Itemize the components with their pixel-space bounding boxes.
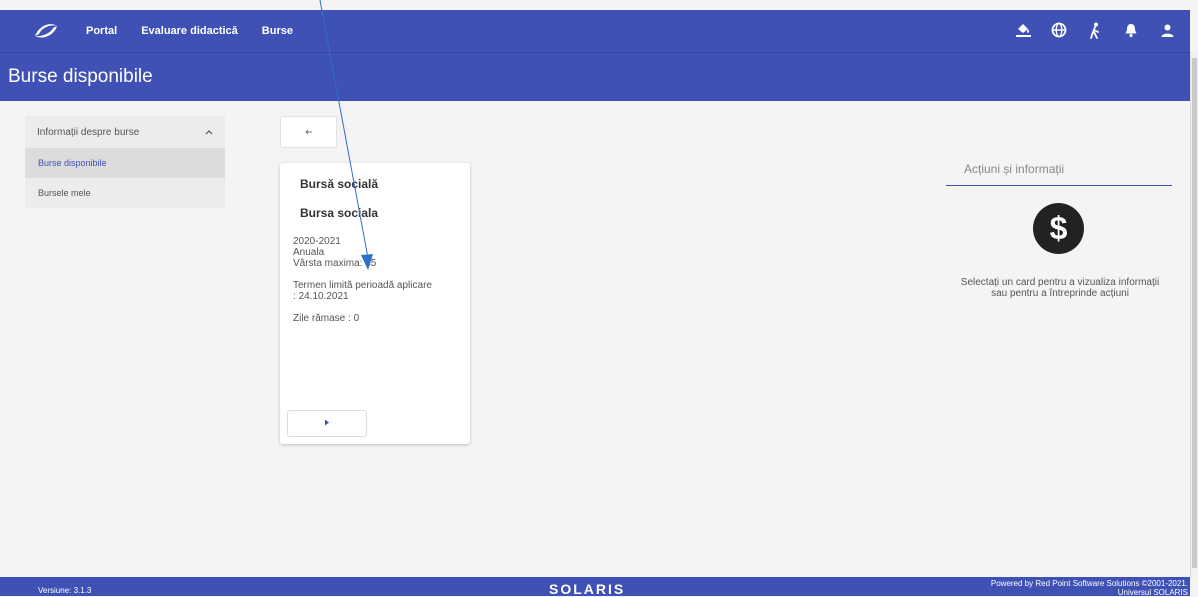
bell-icon[interactable] — [1122, 21, 1140, 39]
page-header: Burse disponibile — [0, 52, 1190, 101]
card-deadline-value: : 24.10.2021 — [293, 291, 349, 302]
actions-info-title: Acțiuni și informații — [946, 160, 1172, 186]
actions-info-message: Selectați un card pentru a vizualiza inf… — [960, 277, 1160, 299]
globe-icon[interactable] — [1050, 21, 1068, 39]
card-details: 2020-2021 Anuala Vârsta maxima: 35 Terme… — [293, 236, 465, 335]
card-title: Bursă socială — [300, 177, 379, 191]
card-year: 2020-2021 — [293, 236, 341, 247]
scrollbar-thumb[interactable] — [1192, 58, 1197, 568]
arrow-left-icon — [304, 127, 313, 137]
version-label: Versiune: 3.1.3 — [38, 586, 92, 595]
card-subtitle: Bursa sociala — [300, 206, 379, 220]
footer: Versiune: 3.1.3 SOLARIS Powered by Red P… — [0, 577, 1190, 597]
back-button[interactable] — [280, 116, 337, 148]
sidebar-item-burse-disponibile[interactable]: Burse disponibile — [25, 148, 225, 178]
card-days-left: Zile rămase : 0 — [293, 313, 360, 324]
dollar-icon: $ — [1033, 203, 1084, 254]
scholarship-card[interactable]: Bursă socială Bursa sociala 2020-2021 An… — [280, 163, 470, 444]
nav-link-portal[interactable]: Portal — [86, 25, 117, 37]
sidebar-section-header[interactable]: Informații despre burse — [25, 116, 225, 148]
powered-by-text: Powered by Red Point Software Solutions … — [928, 579, 1188, 597]
card-deadline-label: Termen limită perioadă aplicare — [293, 280, 432, 291]
accessibility-paint-icon[interactable] — [1014, 21, 1032, 39]
sidebar: Informații despre burse Burse disponibil… — [25, 116, 225, 208]
walk-icon[interactable] — [1086, 21, 1104, 39]
top-navigation-bar: Portal Evaluare didactică Burse — [0, 10, 1190, 52]
person-icon[interactable] — [1158, 21, 1176, 39]
card-period: Anuala — [293, 247, 325, 258]
caret-right-icon — [324, 419, 330, 428]
page-title: Burse disponibile — [8, 66, 153, 87]
sidebar-item-label: Bursele mele — [38, 188, 91, 198]
vertical-scrollbar[interactable] — [1190, 52, 1198, 577]
card-max-age: Vârsta maxima: 35 — [293, 258, 377, 269]
sidebar-item-bursele-mele[interactable]: Bursele mele — [25, 178, 225, 208]
powered-by-line: Powered by Red Point Software Solutions … — [990, 579, 1188, 588]
solaris-brand-logo: SOLARIS — [549, 581, 626, 597]
nav-link-burse[interactable]: Burse — [262, 25, 293, 37]
solaris-logo-icon[interactable] — [32, 21, 62, 41]
sidebar-item-label: Burse disponibile — [38, 158, 107, 168]
actions-info-title-text: Acțiuni și informații — [964, 162, 1065, 176]
card-open-button[interactable] — [287, 410, 367, 437]
nav-link-evaluare-didactica[interactable]: Evaluare didactică — [141, 25, 238, 37]
sidebar-section-label: Informații despre burse — [37, 126, 140, 138]
chevron-up-icon[interactable] — [205, 127, 213, 138]
